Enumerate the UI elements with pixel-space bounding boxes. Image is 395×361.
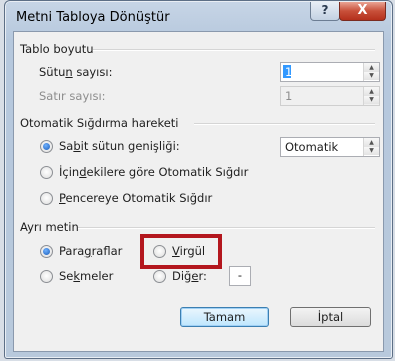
autofit-window-radio[interactable] <box>40 192 53 205</box>
table-size-heading: Tablo boyutu <box>20 42 94 56</box>
dialog-title: Metni Tabloya Dönüştür <box>16 10 170 25</box>
fixed-width-radio[interactable] <box>40 140 53 153</box>
autofit-contents-label: İçindekilere göre Otomatik Sığdır <box>59 165 249 179</box>
spinner-buttons: ▲ ▼ <box>363 138 379 156</box>
spinner-buttons: ▲ ▼ <box>363 87 379 105</box>
fixed-width-label: Sabit sütun genişliği: <box>59 139 180 153</box>
ok-button[interactable]: Tamam <box>180 307 269 327</box>
close-button[interactable]: X <box>339 2 386 21</box>
separator <box>194 123 375 125</box>
title-bar[interactable]: Metni Tabloya Dönüştür ? X <box>5 1 392 31</box>
cancel-button[interactable]: İptal <box>290 307 371 327</box>
columns-label: Sütun sayısı: <box>39 65 113 79</box>
other-separator-input[interactable]: - <box>229 266 251 286</box>
comma-label: Virgül <box>172 244 206 258</box>
comma-radio[interactable] <box>153 245 166 258</box>
other-label: Diğer: <box>172 269 207 283</box>
other-radio[interactable] <box>153 270 166 283</box>
spinner-buttons: ▲ ▼ <box>363 63 379 81</box>
spin-down-icon[interactable]: ▼ <box>364 147 379 155</box>
spin-down-icon[interactable]: ▼ <box>364 96 379 104</box>
tabs-label: Sekmeler <box>59 269 114 283</box>
autofit-contents-radio[interactable] <box>40 166 53 179</box>
autofit-window-label: Pencereye Otomatik Sığdır <box>59 191 213 205</box>
rows-value: 1 <box>285 89 293 103</box>
rows-spinner[interactable]: 1 ▲ ▼ <box>280 86 380 106</box>
separator <box>78 227 375 229</box>
tabs-radio[interactable] <box>40 270 53 283</box>
spin-down-icon[interactable]: ▼ <box>364 72 379 80</box>
dialog-body: Tablo boyutu Sütun sayısı: 1 ▲ ▼ Satır s… <box>13 31 384 352</box>
dialog-window: Metni Tabloya Dönüştür ? X Tablo boyutu … <box>4 0 393 359</box>
paragraphs-radio[interactable] <box>40 245 53 258</box>
separator <box>93 49 375 51</box>
autofit-heading: Otomatik Sığdırma hareketi <box>20 116 179 130</box>
columns-value: 1 <box>285 65 293 79</box>
help-button[interactable]: ? <box>310 2 340 21</box>
columns-spinner[interactable]: 1 ▲ ▼ <box>280 62 380 82</box>
fixed-width-spinner[interactable]: Otomatik ▲ ▼ <box>280 137 380 157</box>
fixed-width-value: Otomatik <box>285 140 339 154</box>
rows-label: Satır sayısı: <box>39 89 106 103</box>
paragraphs-label: Paragraflar <box>59 244 123 258</box>
separate-text-heading: Ayrı metin <box>20 220 79 234</box>
